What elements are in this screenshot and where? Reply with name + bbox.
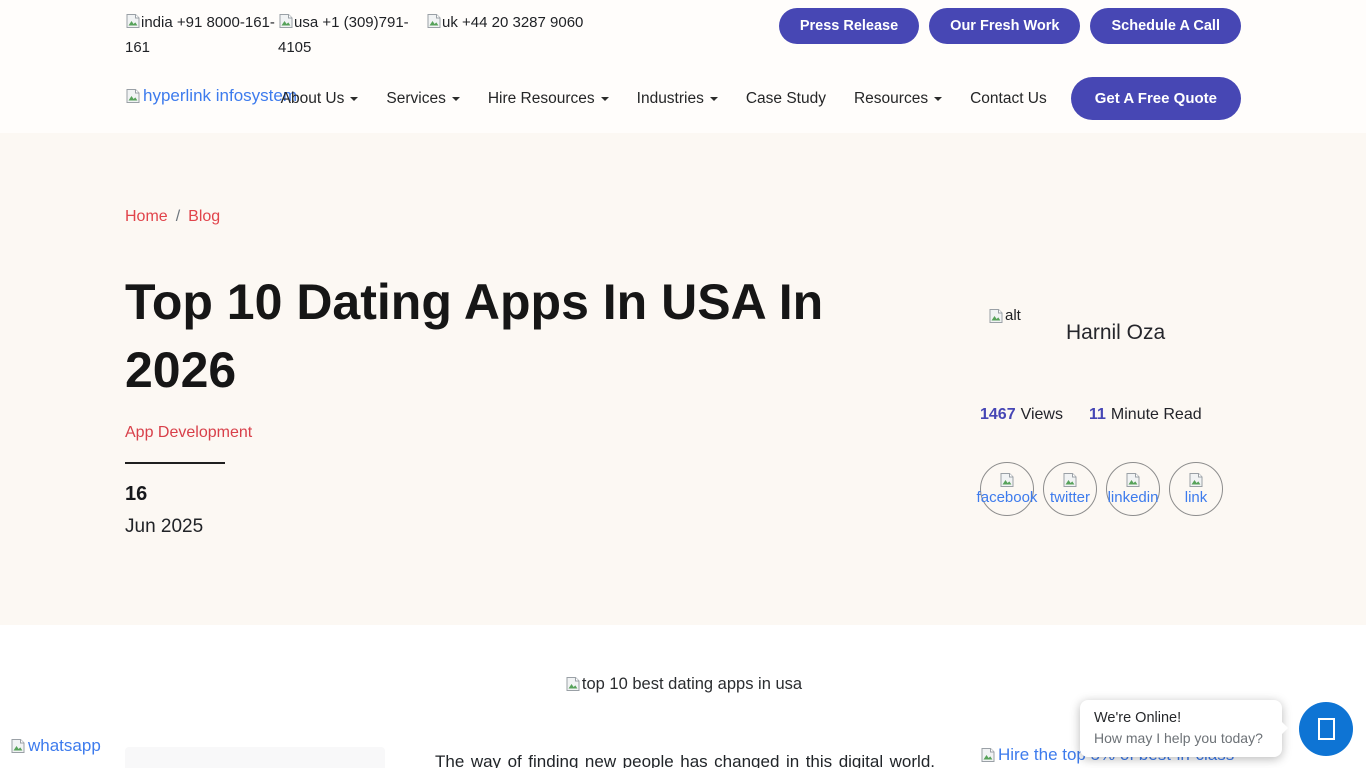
contact-usa[interactable]: usa +1 (309)791-4105 [278, 11, 418, 61]
article-stats: 1467 Views 11 Minute Read [980, 406, 1202, 424]
contact-india[interactable]: india +91 8000-161-161 [125, 11, 285, 61]
phone-uk[interactable]: +44 20 3287 9060 [462, 14, 583, 31]
facebook-icon: facebook [977, 489, 1038, 506]
flag-india-alt: india [141, 14, 173, 31]
breadcrumb: Home / Blog [125, 208, 220, 226]
broken-image-icon [980, 747, 996, 763]
chevron-down-icon [452, 97, 460, 101]
broken-image-icon [1125, 472, 1141, 488]
topbar-buttons: Press Release Our Fresh Work Schedule A … [779, 8, 1241, 44]
broken-image-icon [125, 13, 141, 29]
schedule-a-call-button[interactable]: Schedule A Call [1090, 8, 1241, 44]
nav-item-industries[interactable]: Industries [623, 82, 732, 116]
views-label: Views [1021, 406, 1063, 423]
article-hero-section: Home / Blog Top 10 Dating Apps In USA In 2… [0, 133, 1366, 625]
nav-item-about-us[interactable]: About Us [267, 82, 373, 116]
divider [125, 462, 225, 464]
our-fresh-work-button[interactable]: Our Fresh Work [929, 8, 1080, 44]
share-linkedin-button[interactable]: linkedin [1106, 462, 1160, 516]
nav-item-case-study[interactable]: Case Study [732, 82, 840, 116]
broken-image-icon [565, 676, 581, 692]
category-app-development-link[interactable]: App Development [125, 424, 252, 442]
breadcrumb-home-link[interactable]: Home [125, 208, 168, 225]
contact-uk[interactable]: uk +44 20 3287 9060 [426, 11, 616, 36]
broken-image-icon [988, 308, 1004, 324]
whatsapp-alt-text: whatsapp [28, 736, 101, 756]
publish-date-day: 16 [125, 483, 147, 506]
live-chat-button[interactable] [1299, 702, 1353, 756]
share-facebook-button[interactable]: facebook [980, 462, 1034, 516]
nav-item-label: About Us [281, 90, 345, 108]
broken-image-icon [426, 13, 442, 29]
get-a-free-quote-button[interactable]: Get A Free Quote [1071, 77, 1241, 120]
linkedin-icon: linkedin [1108, 489, 1159, 506]
views-stat: 1467 Views [980, 406, 1063, 424]
chat-status-text: We're Online! [1094, 710, 1268, 726]
flag-usa-alt: usa [294, 14, 318, 31]
broken-image-icon [1062, 472, 1078, 488]
chevron-down-icon [601, 97, 609, 101]
read-time-stat: 11 Minute Read [1089, 406, 1202, 424]
chevron-down-icon [710, 97, 718, 101]
broken-image-icon [278, 13, 294, 29]
nav-item-label: Case Study [746, 90, 826, 108]
twitter-icon: twitter [1050, 489, 1090, 506]
chevron-down-icon [350, 97, 358, 101]
author-avatar: alt [988, 307, 1021, 324]
nav-item-contact-us[interactable]: Contact Us [956, 82, 1061, 116]
nav-item-label: Services [386, 90, 445, 108]
tooltip-arrow [1281, 721, 1288, 735]
avatar-alt-text: alt [1005, 307, 1021, 324]
nav-item-label: Resources [854, 90, 928, 108]
broken-image-icon [999, 472, 1015, 488]
nav-item-resources[interactable]: Resources [840, 82, 956, 116]
nav-item-label: Hire Resources [488, 90, 595, 108]
nav-item-label: Industries [637, 90, 704, 108]
chat-icon [1318, 718, 1335, 740]
views-count: 1467 [980, 406, 1016, 423]
page-title: Top 10 Dating Apps In USA In 2026 [125, 269, 895, 404]
article-paragraph: The way of finding new people has change… [435, 748, 935, 768]
whatsapp-chat-link[interactable]: whatsapp [10, 736, 101, 756]
topbar: india +91 8000-161-161 usa +1 (309)791-4… [0, 0, 1366, 64]
read-time-count: 11 [1089, 406, 1106, 423]
read-time-label: Minute Read [1111, 406, 1202, 423]
share-buttons-row: facebook twitter linkedin link [980, 462, 1232, 516]
chat-tooltip: We're Online! How may I help you today? [1080, 700, 1282, 757]
nav-item-services[interactable]: Services [372, 82, 473, 116]
press-release-button[interactable]: Press Release [779, 8, 919, 44]
table-of-contents-box [125, 747, 385, 768]
flag-uk-alt: uk [442, 14, 458, 31]
chevron-down-icon [934, 97, 942, 101]
publish-date-monthyear: Jun 2025 [125, 516, 203, 538]
article-hero-image: top 10 best dating apps in usa [435, 675, 932, 694]
share-twitter-button[interactable]: twitter [1043, 462, 1097, 516]
author-name: Harnil Oza [1066, 321, 1165, 345]
blog-page: india +91 8000-161-161 usa +1 (309)791-4… [0, 0, 1366, 768]
whatsapp-icon [10, 738, 26, 754]
nav-item-label: Contact Us [970, 90, 1047, 108]
broken-image-icon [1188, 472, 1204, 488]
main-navbar: hyperlink infosystem About Us Services H… [0, 64, 1366, 133]
link-icon: link [1185, 489, 1208, 506]
chat-question-text: How may I help you today? [1094, 730, 1268, 746]
nav-item-hire-resources[interactable]: Hire Resources [474, 82, 623, 116]
breadcrumb-separator: / [176, 208, 180, 225]
breadcrumb-blog-link[interactable]: Blog [188, 208, 220, 225]
hero-image-alt-text: top 10 best dating apps in usa [582, 675, 802, 693]
nav-menu: About Us Services Hire Resources Industr… [267, 64, 1241, 133]
site-header: india +91 8000-161-161 usa +1 (309)791-4… [0, 0, 1366, 133]
share-copy-link-button[interactable]: link [1169, 462, 1223, 516]
broken-image-icon [125, 88, 141, 104]
